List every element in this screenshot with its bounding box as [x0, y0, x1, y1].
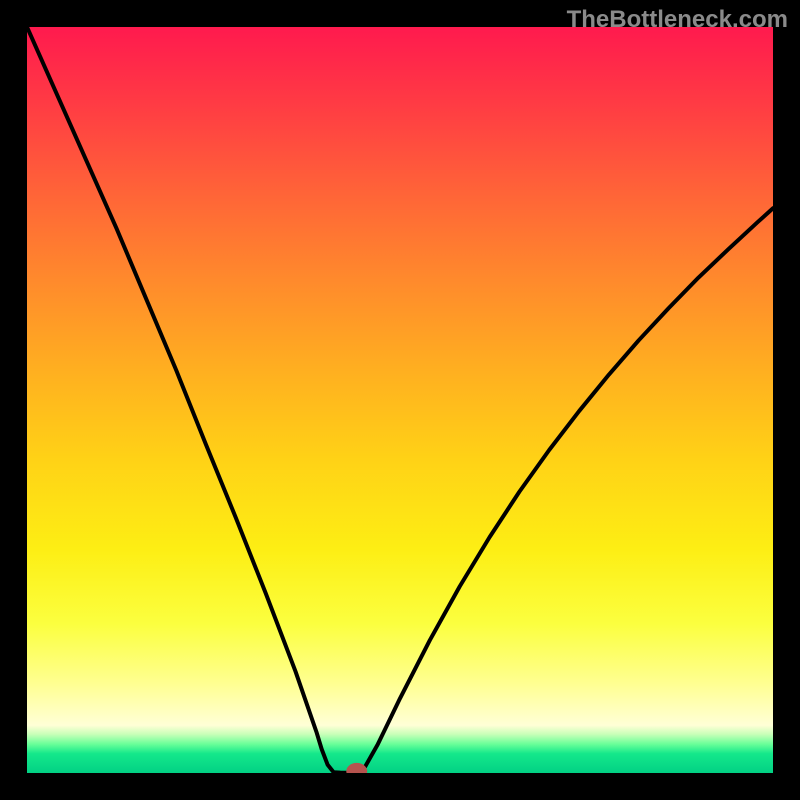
minimum-marker [346, 763, 367, 773]
watermark-text: TheBottleneck.com [567, 6, 788, 34]
plot-area [27, 27, 773, 773]
chart-frame: TheBottleneck.com [0, 0, 800, 800]
curve-line [27, 27, 773, 773]
bottleneck-curve [27, 27, 773, 773]
